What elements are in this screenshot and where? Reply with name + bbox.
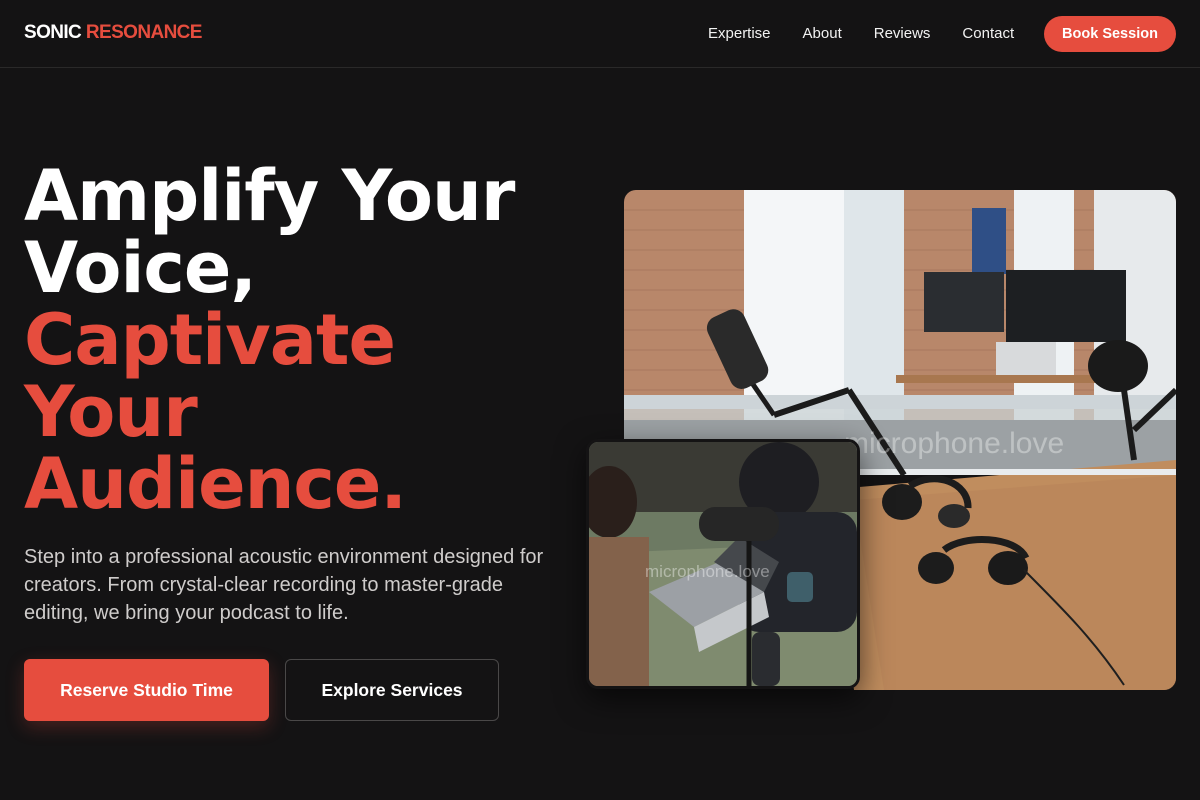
main-photo-watermark: microphone.love	[844, 427, 1064, 460]
nav-link-expertise[interactable]: Expertise	[708, 25, 771, 42]
podcast-hosts-photo: microphone.love	[586, 439, 860, 689]
headline-line-4: Your	[24, 371, 198, 453]
hero-headline: Amplify Your Voice, Captivate Your Audie…	[24, 155, 515, 525]
nav-links: Expertise About Reviews Contact	[708, 25, 1046, 42]
top-navigation: SONIC RESONANCE Expertise About Reviews …	[0, 0, 1200, 68]
explore-services-button[interactable]: Explore Services	[285, 659, 499, 721]
nav-link-about[interactable]: About	[803, 25, 842, 42]
headline-line-1: Amplify Your	[24, 155, 515, 237]
headline-line-5: Audience.	[24, 443, 407, 525]
hero-description: Step into a professional acoustic enviro…	[24, 546, 544, 624]
headline-line-2: Voice,	[24, 227, 257, 309]
brand-name-part1: SONIC	[24, 22, 82, 43]
headline-line-3: Captivate	[24, 299, 396, 381]
nav-link-contact[interactable]: Contact	[962, 25, 1014, 42]
inset-photo-watermark: microphone.love	[645, 562, 770, 581]
book-session-button[interactable]: Book Session	[1044, 16, 1176, 52]
brand-logo[interactable]: SONIC RESONANCE	[24, 22, 202, 44]
reserve-studio-time-button[interactable]: Reserve Studio Time	[24, 659, 269, 721]
nav-link-reviews[interactable]: Reviews	[874, 25, 931, 42]
brand-name-part2: RESONANCE	[85, 22, 203, 43]
